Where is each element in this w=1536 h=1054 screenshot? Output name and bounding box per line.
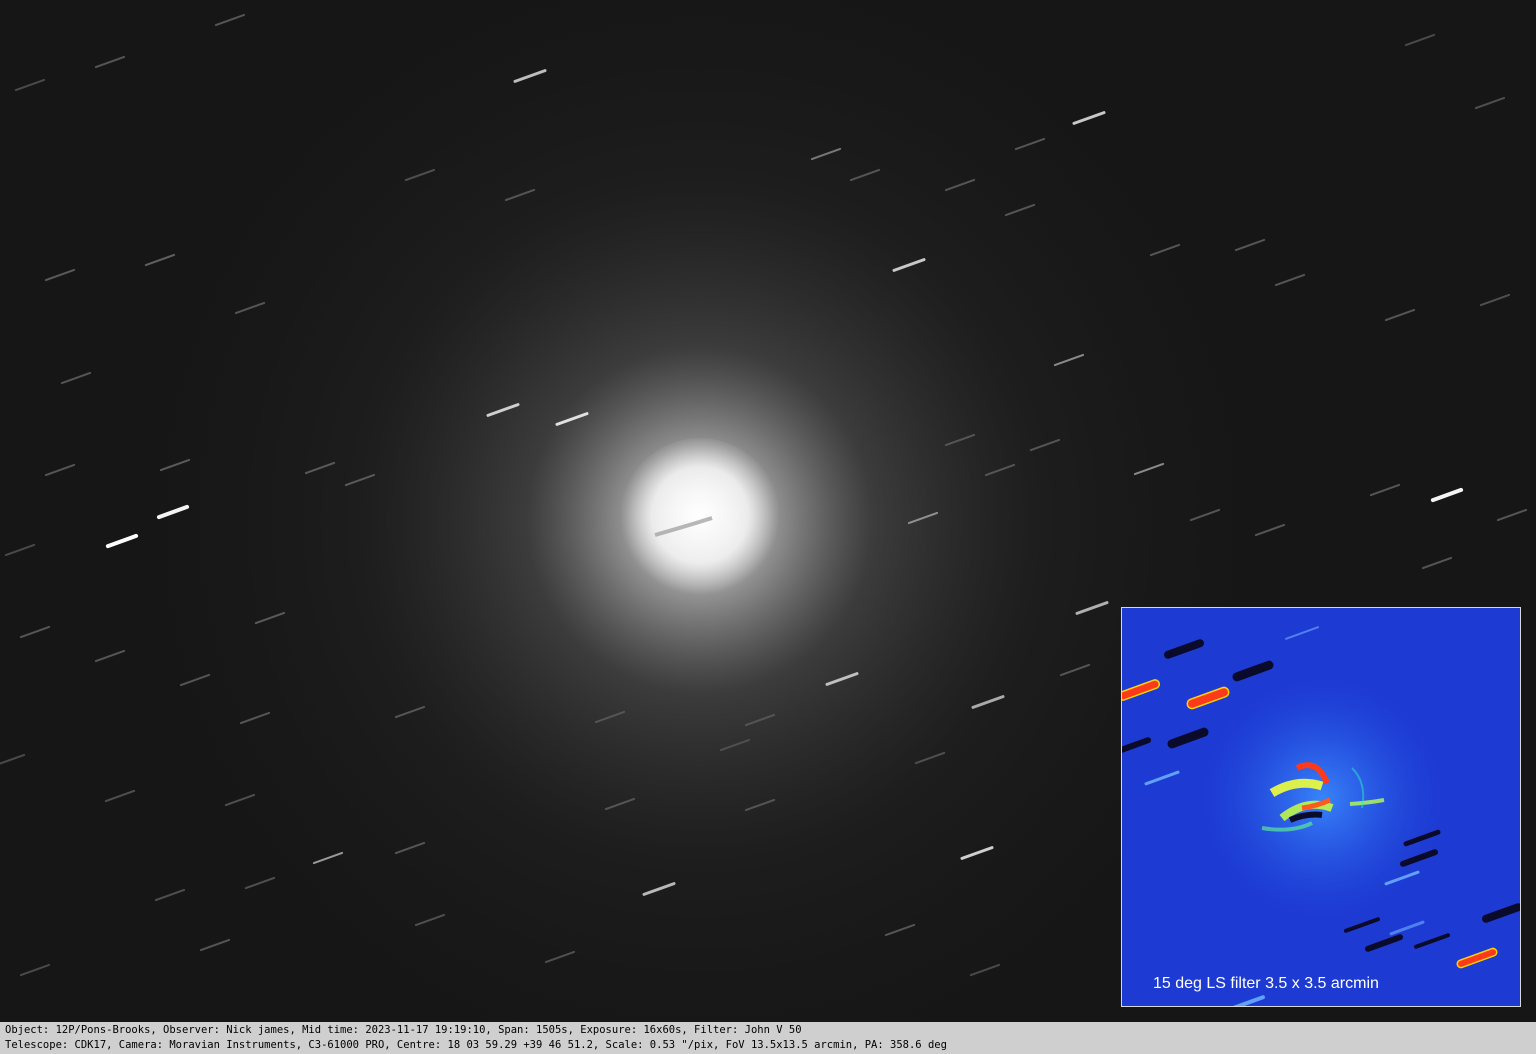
info-line-telescope: Telescope: CDK17, Camera: Moravian Instr… <box>5 1039 947 1051</box>
processed-inset: 15 deg LS filter 3.5 x 3.5 arcmin <box>1121 607 1521 1007</box>
info-line-object: Object: 12P/Pons-Brooks, Observer: Nick … <box>5 1024 802 1036</box>
info-bar: Object: 12P/Pons-Brooks, Observer: Nick … <box>0 1022 1536 1054</box>
inset-caption: 15 deg LS filter 3.5 x 3.5 arcmin <box>1153 975 1379 992</box>
comet-coma <box>620 438 780 598</box>
inset-image <box>1122 608 1520 1006</box>
astrophoto-frame: 15 deg LS filter 3.5 x 3.5 arcmin Object… <box>0 0 1536 1054</box>
